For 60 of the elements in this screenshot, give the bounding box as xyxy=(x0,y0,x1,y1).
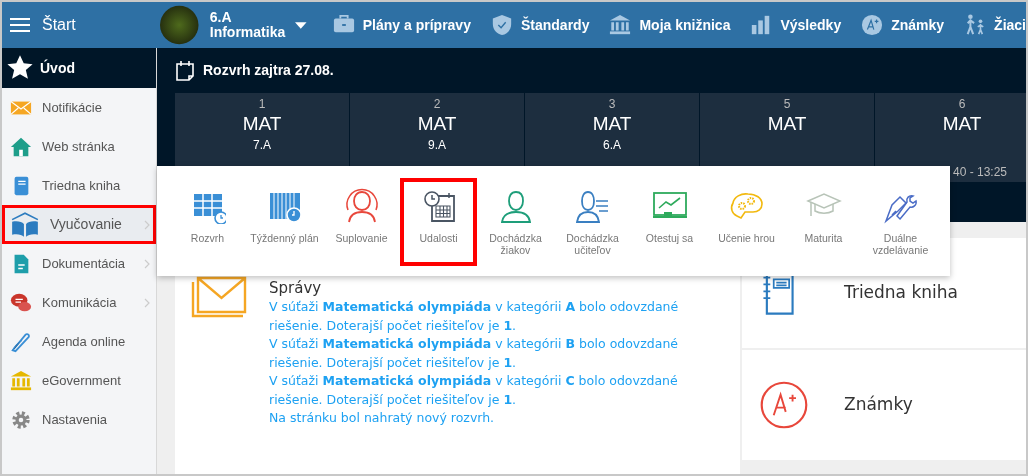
nav-link[interactable]: Výsledky xyxy=(750,14,842,36)
nav-link[interactable]: Plány a prípravy xyxy=(332,14,471,36)
chat-icon xyxy=(10,291,32,314)
lesson-subject: MAT xyxy=(417,112,457,136)
lesson-time: 40 - 13:25 xyxy=(953,164,1008,181)
grade-icon xyxy=(760,381,808,429)
sidebar-item[interactable]: eGovernment xyxy=(2,361,156,400)
lesson-number: 5 xyxy=(783,97,791,111)
shield-icon xyxy=(490,14,513,36)
nav-link[interactable]: Žiaci xyxy=(964,14,1026,36)
grade-icon xyxy=(861,14,884,36)
home-link[interactable]: Úvod xyxy=(40,57,75,79)
pen-icon xyxy=(10,330,32,353)
message-text: V súťaži Matematická olympiáda v kategórii B bolo odovzdané riešenie. Doterajší počet riešiteľov je 1. xyxy=(269,335,680,372)
person-icon xyxy=(343,188,380,224)
sidebar-item[interactable]: Dokumentácia xyxy=(2,244,156,283)
sidebar-item[interactable]: Nastavenia xyxy=(2,400,156,439)
nav-link[interactable]: Moja knižnica xyxy=(609,14,731,36)
lesson-class: 9.A xyxy=(428,137,446,153)
settings-icon xyxy=(10,408,32,431)
lesson-class: 6.A xyxy=(603,137,621,153)
tile-label: Známky xyxy=(844,393,913,417)
sidebar-item[interactable]: Notifikácie xyxy=(2,88,156,127)
avatar-icon xyxy=(160,5,199,45)
lesson-number: 3 xyxy=(608,97,616,111)
person-list-icon xyxy=(574,188,611,224)
lesson-card[interactable]: 6 MAT 40 - 13:25 xyxy=(875,93,1026,182)
message-text: V súťaži Matematická olympiáda v kategórii C bolo odovzdané riešenie. Doterajší počet riešiteľov je 1. xyxy=(269,372,679,409)
envelope-icon xyxy=(191,276,247,318)
class-name[interactable]: 6.A xyxy=(209,10,286,25)
lesson-number: 2 xyxy=(433,97,441,111)
bank-icon xyxy=(609,14,632,36)
caret-icon[interactable] xyxy=(295,21,307,29)
bank-icon xyxy=(10,369,32,392)
message-text: Na stránku bol nahratý nový rozvrh. xyxy=(269,409,496,427)
lesson-subject: MAT xyxy=(592,112,632,136)
nav-link[interactable]: Štandardy xyxy=(490,14,590,36)
lesson-subject: MAT xyxy=(242,112,282,136)
tile-label: Triedna kniha xyxy=(844,281,958,305)
tile-card[interactable]: Známky xyxy=(742,350,1026,460)
schedule-title: Rozvrh zajtra 27.08. xyxy=(203,61,334,80)
lesson-subject: MAT xyxy=(767,112,807,136)
subject-name[interactable]: Informatika xyxy=(209,25,286,40)
sidebar-item[interactable]: Web stránka xyxy=(2,127,156,166)
calendar-icon xyxy=(175,59,195,82)
start-link[interactable]: Štart xyxy=(42,13,76,37)
sidebar-item[interactable]: Triedna kniha xyxy=(2,166,156,205)
book-icon xyxy=(10,210,40,239)
messages-title: Správy xyxy=(269,278,323,298)
sidebar-item[interactable]: Agenda online xyxy=(2,322,156,361)
menu-icon[interactable] xyxy=(10,17,30,33)
message-text: V súťaži Matematická olympiáda v kategórii A bolo odovzdané riešenie. Doterajší počet riešiteľov je 1. xyxy=(269,298,680,335)
lesson-number: 1 xyxy=(258,97,266,111)
house-icon xyxy=(10,135,32,158)
nav-link[interactable]: Známky xyxy=(861,14,945,36)
lesson-number: 6 xyxy=(958,97,966,111)
sidebar-item[interactable]: Vyučovanie xyxy=(2,205,156,244)
lesson-subject: MAT xyxy=(942,112,982,136)
sidebar-item[interactable]: Komunikácia xyxy=(2,283,156,322)
lesson-class: 7.A xyxy=(253,137,271,153)
